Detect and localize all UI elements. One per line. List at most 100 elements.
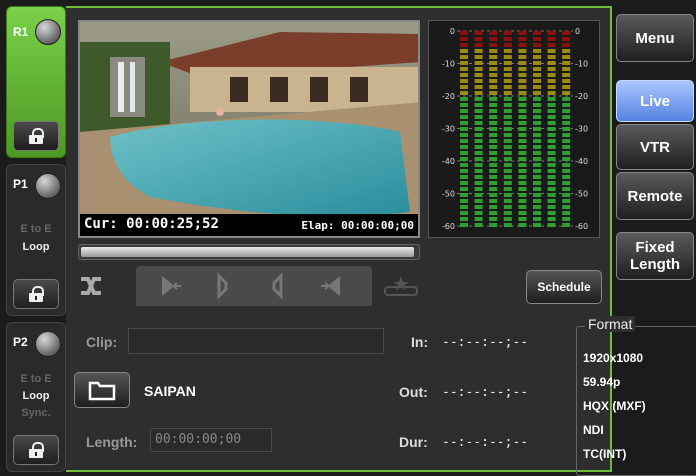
meter-segment <box>489 121 498 125</box>
meter-segment <box>503 109 512 113</box>
meter-segment <box>533 91 541 95</box>
meter-segment <box>503 37 512 41</box>
meter-segment <box>460 61 468 65</box>
meter-segment <box>460 85 468 89</box>
channel-p1-lock-button[interactable] <box>13 279 59 309</box>
meter-segment <box>518 169 527 173</box>
meter-segment <box>547 79 556 83</box>
channel-r1[interactable]: R1 <box>6 6 66 158</box>
meter-segment <box>489 61 498 65</box>
meter-scale-left-label: 0 <box>450 27 455 36</box>
schedule-button[interactable]: Schedule <box>526 270 602 304</box>
go-to-start-button[interactable] <box>146 266 192 306</box>
meter-segment <box>460 133 468 137</box>
marker-icon <box>384 276 418 296</box>
menu-button[interactable]: Menu <box>616 14 694 62</box>
meter-segment <box>562 55 571 59</box>
meter-segment <box>518 217 527 221</box>
meter-segment <box>547 157 556 161</box>
meter-segment <box>489 49 498 53</box>
meter-segment <box>489 133 498 137</box>
meter-segment <box>503 121 512 125</box>
meter-segment <box>547 169 556 173</box>
meter-segment <box>489 205 498 209</box>
meter-segment <box>503 205 512 209</box>
meter-segment <box>533 133 541 137</box>
go-to-end-button[interactable] <box>310 266 356 306</box>
clip-field[interactable] <box>128 328 384 354</box>
meter-segment <box>489 67 498 71</box>
channel-p2-e-to-e: E to E <box>20 373 52 385</box>
transport-controls <box>70 266 452 308</box>
meter-segment <box>518 181 527 185</box>
format-source: NDI <box>583 423 604 437</box>
channel-p2[interactable]: P2 E to E Loop Sync. <box>6 322 66 472</box>
meter-segment <box>474 43 483 47</box>
meter-segment <box>489 103 498 107</box>
meter-segment <box>547 115 556 119</box>
meter-segment <box>503 151 512 155</box>
channel-p2-sync: Sync. <box>21 407 51 419</box>
meter-segment <box>474 151 483 155</box>
meter-segment <box>503 103 512 107</box>
channel-p1[interactable]: P1 E to E Loop <box>6 164 66 316</box>
meter-segment <box>562 175 571 179</box>
channel-r1-status-indicator <box>35 19 61 45</box>
meter-segment <box>547 175 556 179</box>
meter-segment <box>489 55 498 59</box>
step-forward-button[interactable] <box>256 266 302 306</box>
meter-segment <box>547 187 556 191</box>
meter-segment <box>547 205 556 209</box>
fixed-length-button[interactable]: Fixed Length <box>616 232 694 280</box>
meter-segment <box>474 97 483 101</box>
meter-segment <box>562 151 571 155</box>
shuffle-button[interactable] <box>70 266 112 306</box>
go-to-start-icon <box>162 276 181 296</box>
channel-r1-lock-button[interactable] <box>13 121 59 151</box>
channel-p2-label: P2 <box>13 335 28 349</box>
meter-segment <box>533 43 541 47</box>
meter-segment <box>474 85 483 89</box>
meter-segment <box>518 73 527 77</box>
format-resolution: 1920x1080 <box>583 351 644 365</box>
lock-icon <box>29 286 44 302</box>
vtr-button[interactable]: VTR <box>616 124 694 170</box>
meter-segment <box>489 151 498 155</box>
meter-segment <box>503 73 512 77</box>
step-back-button[interactable] <box>198 266 244 306</box>
live-button[interactable]: Live <box>616 80 694 122</box>
meter-segment <box>460 67 468 71</box>
meter-segment <box>489 127 498 131</box>
format-framerate: 59.94p <box>583 375 621 389</box>
meter-segment <box>562 109 571 113</box>
meter-segment <box>562 121 571 125</box>
meter-segment <box>562 67 571 71</box>
open-folder-button[interactable] <box>74 372 130 408</box>
progress-bar[interactable] <box>78 244 420 260</box>
meter-segment <box>547 223 556 227</box>
clip-label: Clip: <box>86 334 118 350</box>
meter-segment <box>547 133 556 137</box>
meter-segment <box>533 181 541 185</box>
meter-segment <box>562 145 571 149</box>
meter-segment <box>474 139 483 143</box>
meter-segment <box>547 211 556 215</box>
length-field[interactable]: 00:00:00;00 <box>150 428 272 452</box>
marker-button[interactable] <box>376 266 426 306</box>
meter-segment <box>518 223 527 227</box>
meter-segment <box>489 37 498 41</box>
channel-p2-lock-button[interactable] <box>13 435 59 465</box>
meter-segment <box>562 127 571 131</box>
in-value: --:--:--;-- <box>442 335 529 350</box>
meter-segment <box>503 157 512 161</box>
meter-segment <box>503 79 512 83</box>
meter-segment <box>503 61 512 65</box>
meter-segment <box>547 145 556 149</box>
remote-button[interactable]: Remote <box>616 172 694 220</box>
main-panel: Cur: 00:00:25;52 Elap: 00:00:00;00 0 0 -10… <box>66 6 696 476</box>
meter-scale-left-label: -10 <box>442 60 455 69</box>
meter-segment <box>474 121 483 125</box>
format-title: Format <box>585 316 636 332</box>
meter-segment <box>533 85 541 89</box>
meter-segment <box>474 91 483 95</box>
